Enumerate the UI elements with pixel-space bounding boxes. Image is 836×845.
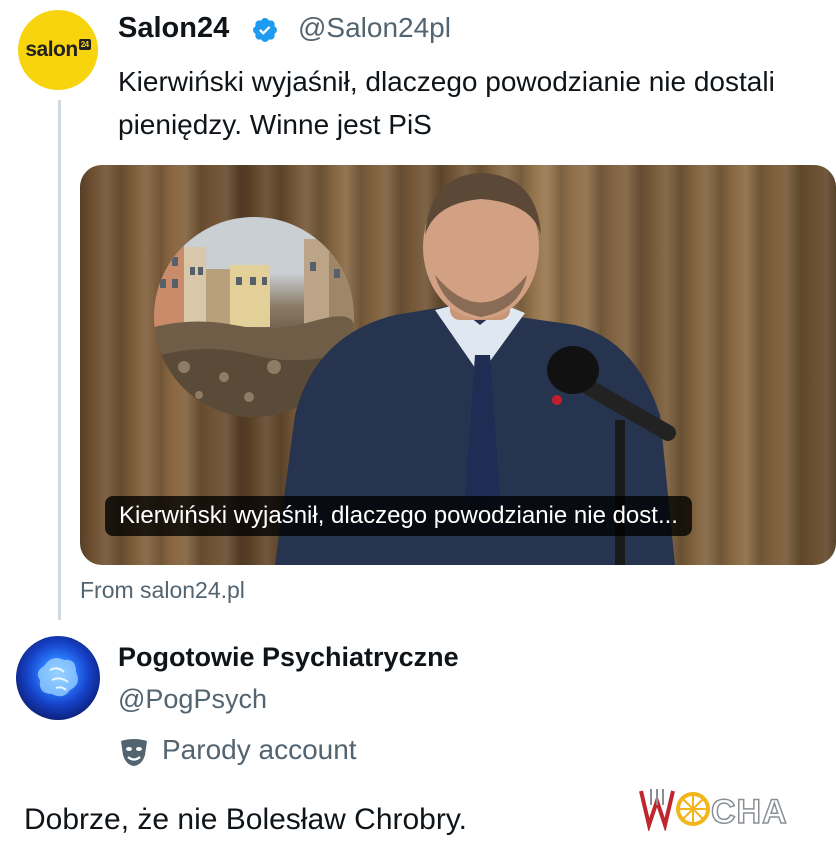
parody-account-label: Parody account (162, 734, 357, 765)
meme-caption: Dobrze, że nie Bolesław Chrobry. (24, 803, 467, 836)
theater-mask-icon (121, 739, 147, 766)
media-caption: Kierwiński wyjaśnił, dlaczego powodziani… (105, 496, 692, 536)
tweet-author-handle[interactable]: @Salon24pl (298, 12, 451, 44)
reply-author-name[interactable]: Pogotowie Psychiatryczne (118, 642, 459, 673)
link-source[interactable]: From salon24.pl (80, 577, 245, 604)
wiocha-watermark-logo: CHA (639, 789, 788, 831)
salon24-logo: salon 24 (25, 38, 91, 61)
pogpsych-avatar[interactable] (16, 636, 100, 720)
tweet-author-name[interactable]: Salon24 (118, 12, 229, 45)
svg-text:CHA: CHA (711, 793, 788, 831)
brain-glow-icon (37, 658, 78, 697)
reply-author-handle[interactable]: @PogPsych (118, 684, 267, 715)
verified-badge-icon (253, 18, 277, 42)
thread-connector-line (58, 100, 61, 620)
salon24-avatar[interactable]: salon 24 (18, 10, 98, 90)
tweet-media-card[interactable]: Kierwiński wyjaśnił, dlaczego powodziani… (80, 165, 836, 565)
tweet-text: Kierwiński wyjaśnił, dlaczego powodziani… (118, 66, 775, 140)
